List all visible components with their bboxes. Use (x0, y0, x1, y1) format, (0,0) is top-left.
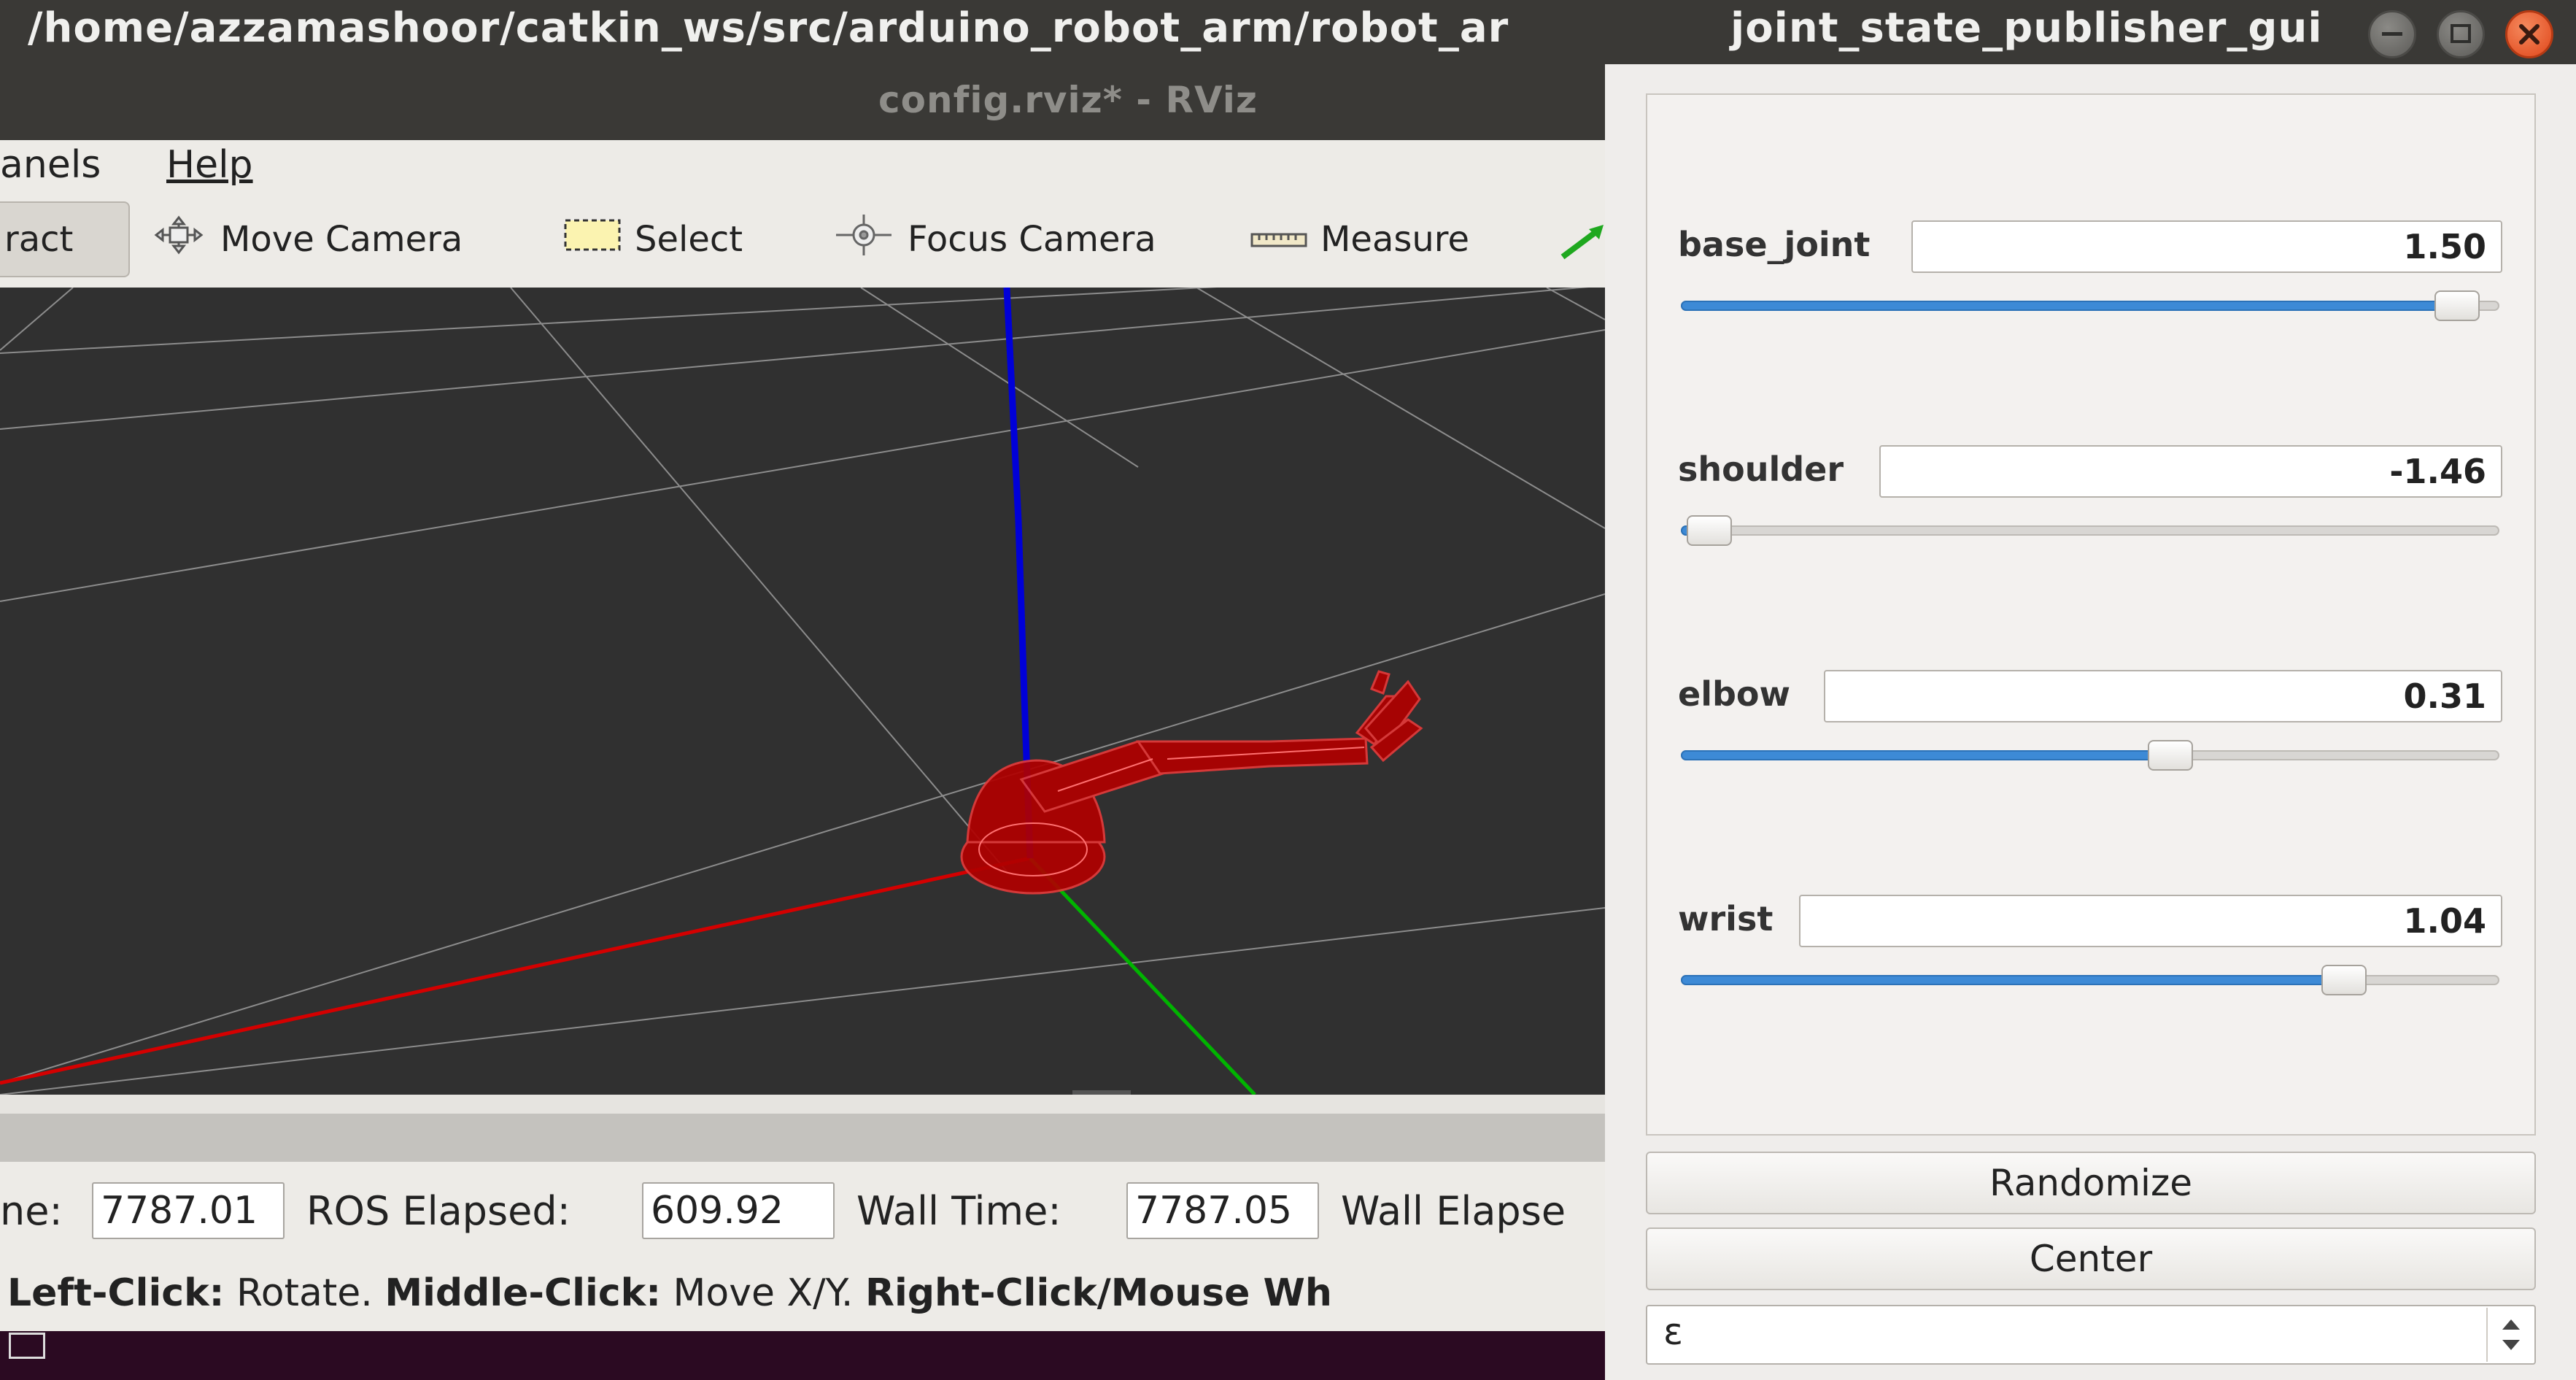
move-camera-label: Move Camera (220, 219, 463, 260)
joint-label-shoulder: shoulder (1678, 450, 1844, 489)
select-tool-button[interactable]: Select (563, 201, 743, 277)
ros-elapsed-label: ROS Elapsed: (306, 1188, 570, 1234)
y-axis-line (1029, 857, 1256, 1095)
wall-time-field[interactable]: 7787.05 (1126, 1182, 1319, 1239)
joint-slider-fill-wrist (1681, 975, 2344, 985)
2d-pose-tool-button[interactable] (1560, 219, 1605, 266)
joint-label-base-joint: base_joint (1678, 225, 1871, 264)
spinbox-arrows[interactable] (2486, 1308, 2534, 1362)
joint-slider-thumb-elbow[interactable] (2148, 740, 2193, 771)
maximize-button[interactable] (2437, 10, 2485, 58)
focus-camera-tool-button[interactable]: Focus Camera (833, 201, 1156, 277)
status-hint-text: Left-Click: Rotate. Middle-Click: Move X… (7, 1271, 1332, 1315)
joint-slider-shoulder[interactable] (1681, 525, 2499, 536)
joint-label-elbow: elbow (1678, 674, 1790, 714)
joint-slider-thumb-shoulder[interactable] (1687, 515, 1732, 546)
close-button[interactable] (2505, 10, 2553, 58)
hint-left-click: Left-Click: (7, 1271, 225, 1315)
close-icon (2519, 24, 2540, 45)
ruler-icon (1250, 219, 1307, 260)
3d-viewport[interactable] (0, 288, 1605, 1095)
wall-elapsed-label: Wall Elapse (1341, 1188, 1566, 1234)
hint-middle-action: Move X/Y. (661, 1271, 865, 1315)
measure-tool-button[interactable]: Measure (1250, 201, 1469, 277)
hint-right-click: Right-Click/Mouse Wh (865, 1271, 1332, 1315)
joint-slider-thumb-wrist[interactable] (2321, 965, 2367, 995)
select-icon (563, 217, 622, 262)
views-splitter[interactable] (0, 1095, 1605, 1114)
spinbox-value: ε (1663, 1311, 1684, 1353)
maximize-icon (2451, 24, 2471, 43)
select-label: Select (635, 219, 743, 260)
measure-label: Measure (1320, 219, 1469, 260)
ros-time-label: ne: (0, 1188, 63, 1234)
ros-time-field[interactable]: 7787.01 (92, 1182, 285, 1239)
desktop-background (0, 1331, 1605, 1380)
joint-label-wrist: wrist (1678, 899, 1774, 938)
move-camera-tool-button[interactable]: Move Camera (150, 201, 463, 277)
joint-value-shoulder[interactable]: -1.46 (1879, 445, 2502, 498)
size-grip[interactable] (9, 1333, 45, 1359)
rviz-path-title: /home/azzamashoor/catkin_ws/src/arduino_… (28, 4, 1509, 52)
focus-camera-icon (833, 212, 894, 266)
x-axis-line (0, 856, 1031, 1085)
green-arrow-icon (1560, 225, 1604, 260)
menu-panels[interactable]: anels (0, 143, 101, 187)
interact-label: ract (4, 219, 74, 260)
randomize-button[interactable]: Randomize (1646, 1152, 2536, 1214)
menu-help-label: Help (166, 143, 253, 187)
spinbox-input[interactable] (1646, 1305, 2536, 1365)
ros-elapsed-field[interactable]: 609.92 (642, 1182, 835, 1239)
menu-help[interactable]: Help (166, 143, 253, 187)
interact-tool-button[interactable]: ract (0, 201, 130, 277)
minimize-icon (2382, 32, 2402, 36)
grid (0, 288, 1605, 1095)
wall-time-label: Wall Time: (856, 1188, 1061, 1234)
robot-arm-model (960, 670, 1423, 895)
hint-left-action: Rotate. (224, 1271, 385, 1315)
joint-slider-thumb-base-joint[interactable] (2434, 290, 2480, 321)
center-button[interactable]: Center (1646, 1227, 2536, 1290)
rviz-subtitle-bar (0, 60, 1605, 140)
joint-value-wrist[interactable]: 1.04 (1799, 895, 2502, 947)
rviz-window-title: config.rviz* - RViz (878, 79, 1258, 121)
jsp-window-title: joint_state_publisher_gui (1730, 4, 2323, 52)
time-panel-header (0, 1114, 1605, 1162)
focus-camera-label: Focus Camera (908, 219, 1156, 260)
joint-slider-fill-elbow (1681, 750, 2170, 760)
joint-value-base-joint[interactable]: 1.50 (1911, 220, 2502, 273)
move-camera-icon (150, 215, 207, 264)
hint-middle-click: Middle-Click: (384, 1271, 662, 1315)
joint-slider-fill-base-joint (1681, 301, 2457, 311)
joint-value-elbow[interactable]: 0.31 (1824, 670, 2502, 722)
minimize-button[interactable] (2368, 10, 2416, 58)
spin-up-down-icon (2502, 1319, 2520, 1350)
